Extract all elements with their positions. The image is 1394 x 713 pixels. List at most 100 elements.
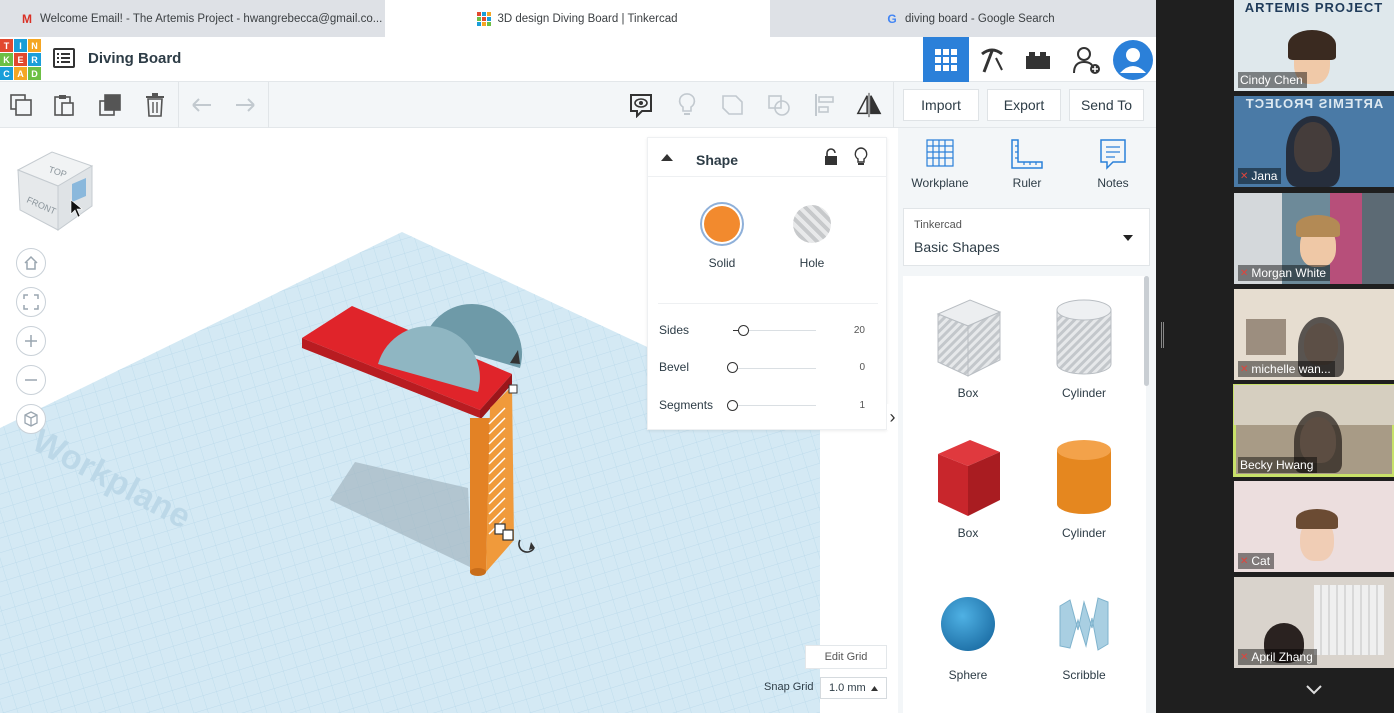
ungroup-button[interactable]: [766, 92, 792, 118]
participant-name: ✕ April Zhang: [1238, 649, 1317, 665]
lightbulb-icon[interactable]: [854, 147, 868, 167]
app-header: T I N K E R C A D Diving Board: [0, 37, 1156, 82]
fit-view-button[interactable]: [16, 287, 46, 317]
tinkercad-logo[interactable]: T I N K E R C A D: [0, 39, 41, 80]
video-tile[interactable]: ✕ michelle wan...: [1234, 289, 1394, 380]
plus-icon: [25, 335, 37, 347]
video-background: [1246, 319, 1286, 355]
shape-box[interactable]: Box: [913, 436, 1023, 540]
bevel-value[interactable]: 0: [859, 362, 865, 373]
inspector-divider: [658, 303, 878, 304]
shape-label: Scribble: [1062, 668, 1106, 682]
3d-view-button[interactable]: [923, 37, 969, 82]
collapse-panel-chevron-icon[interactable]: ›: [887, 404, 898, 430]
trash-icon: [146, 93, 164, 117]
home-icon: [24, 255, 38, 270]
paste-button[interactable]: [51, 92, 77, 118]
logo-letter: R: [28, 53, 41, 66]
logo-letter: C: [0, 67, 13, 80]
design-title[interactable]: Diving Board: [88, 50, 181, 67]
user-avatar[interactable]: [1110, 37, 1156, 82]
chevron-down-icon: [1306, 685, 1322, 695]
bevel-slider-knob[interactable]: [727, 362, 738, 373]
snap-grid-select[interactable]: 1.0 mm: [820, 677, 887, 699]
participant-name: Becky Hwang: [1238, 457, 1318, 473]
shapes-scrollbar[interactable]: [1144, 276, 1149, 386]
google-icon: G: [887, 11, 897, 26]
video-tile[interactable]: ✕ Cat: [1234, 481, 1394, 572]
sides-value[interactable]: 20: [854, 325, 865, 336]
inspector-divider: [648, 176, 886, 177]
invite-user-button[interactable]: [1064, 37, 1110, 82]
workplane-tool[interactable]: Workplane: [905, 138, 975, 190]
browser-tab-google[interactable]: G diving board - Google Search: [770, 0, 1155, 37]
redo-button[interactable]: [232, 92, 258, 118]
ruler-tool[interactable]: Ruler: [992, 138, 1062, 190]
shapes-panel: Workplane Ruler Notes Tinkercad Basic Sh…: [898, 128, 1156, 713]
notes-tool-label: Notes: [1097, 176, 1129, 190]
toggle-visibility-button[interactable]: [674, 92, 700, 118]
video-tile[interactable]: ✕ Morgan White: [1234, 193, 1394, 284]
browser-tab-tinkercad[interactable]: 3D design Diving Board | Tinkercad: [385, 0, 770, 37]
align-button[interactable]: [812, 92, 838, 118]
undo-button[interactable]: [189, 92, 215, 118]
participant-hair: [1296, 215, 1340, 237]
shape-sphere[interactable]: Sphere: [913, 588, 1023, 682]
notes-tool[interactable]: Notes: [1078, 138, 1148, 190]
fit-view-icon: [23, 294, 39, 310]
video-tile[interactable]: ✕ April Zhang: [1234, 577, 1394, 668]
delete-button[interactable]: [142, 92, 168, 118]
collapse-caret-icon[interactable]: [660, 152, 674, 162]
resize-handle[interactable]: [502, 529, 514, 541]
shape-box-hole[interactable]: Box: [913, 296, 1023, 400]
video-tile[interactable]: ARTEMIS PROJECT ✕ Jana: [1234, 96, 1394, 187]
participant-name: ✕ Jana: [1238, 168, 1282, 184]
mirror-button[interactable]: [856, 92, 882, 118]
export-button[interactable]: Export: [987, 89, 1061, 121]
zoom-out-button[interactable]: [16, 365, 46, 395]
muted-mic-icon: ✕: [1240, 555, 1249, 567]
view-cube[interactable]: TOP FRONT: [14, 148, 98, 236]
solid-label: Solid: [708, 256, 736, 270]
redo-icon: [236, 98, 255, 112]
send-to-button[interactable]: Send To: [1069, 89, 1144, 121]
shape-cylinder-hole[interactable]: Cylinder: [1029, 296, 1139, 400]
shape-cylinder[interactable]: Cylinder: [1029, 436, 1139, 540]
codeblocks-button[interactable]: [969, 37, 1015, 82]
bevel-slider-track[interactable]: [734, 368, 816, 369]
lock-icon[interactable]: [824, 148, 838, 166]
browser-tab-gmail[interactable]: M Welcome Email! - The Artemis Project -…: [0, 0, 385, 37]
duplicate-button[interactable]: [97, 92, 123, 118]
design-list-icon[interactable]: [53, 48, 75, 68]
snap-grid-label: Snap Grid: [764, 681, 814, 693]
segments-slider-knob[interactable]: [727, 400, 738, 411]
shape-label: Box: [957, 526, 979, 540]
panel-resize-handle[interactable]: [1161, 322, 1164, 348]
edit-grid-button[interactable]: Edit Grid: [805, 645, 887, 669]
show-all-button[interactable]: [628, 92, 654, 118]
video-tile-active-speaker[interactable]: Becky Hwang: [1233, 384, 1394, 477]
inspector-title: Shape: [696, 152, 739, 168]
copy-button[interactable]: [8, 92, 34, 118]
browser-tab-bar: M Welcome Email! - The Artemis Project -…: [0, 0, 1156, 37]
shape-scribble[interactable]: Scribble: [1029, 588, 1139, 682]
zoom-in-button[interactable]: [16, 326, 46, 356]
muted-mic-icon: ✕: [1240, 651, 1249, 663]
hole-swatch[interactable]: [793, 205, 831, 243]
video-tile[interactable]: ARTEMIS PROJECT Cindy Chen: [1234, 0, 1394, 91]
bricks-button[interactable]: [1015, 37, 1061, 82]
home-view-button[interactable]: [16, 248, 46, 278]
solid-swatch[interactable]: [700, 202, 744, 246]
segments-value[interactable]: 1: [859, 400, 865, 411]
import-button[interactable]: Import: [903, 89, 979, 121]
resize-handle[interactable]: [508, 384, 518, 394]
perspective-button[interactable]: [16, 404, 46, 434]
shape-library-dropdown[interactable]: Tinkercad Basic Shapes: [903, 208, 1150, 266]
ruler-icon: [1011, 139, 1043, 169]
scroll-participants-button[interactable]: [1234, 672, 1394, 708]
group-button[interactable]: [720, 92, 746, 118]
segments-slider-track[interactable]: [734, 405, 816, 406]
sides-slider-knob[interactable]: [738, 325, 749, 336]
ruler-tool-label: Ruler: [1012, 176, 1042, 190]
copy-icon: [10, 94, 32, 116]
